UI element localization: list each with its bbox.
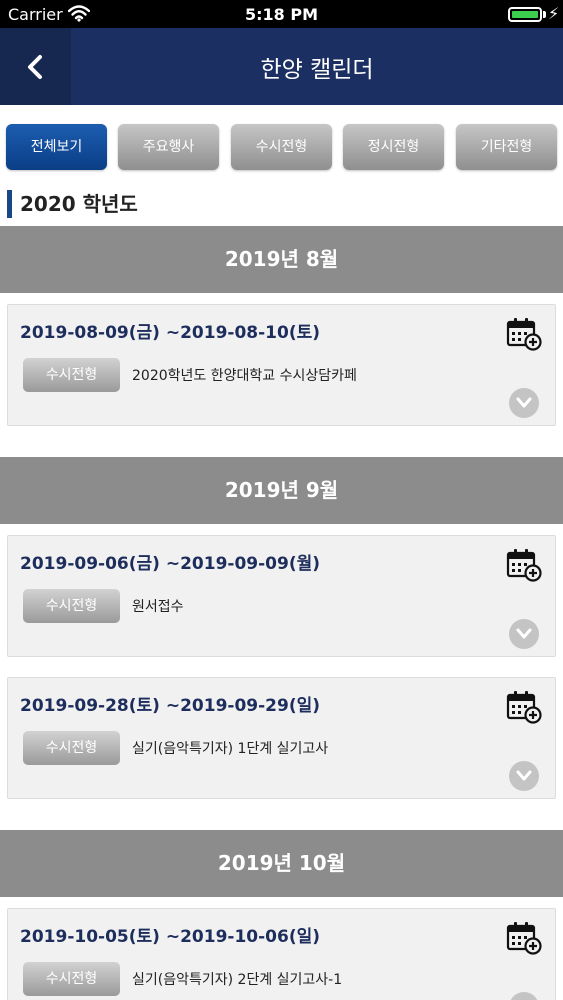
month-header: 2019년 8월 <box>0 226 563 293</box>
month-header: 2019년 10월 <box>0 830 563 897</box>
nav-bar: 한양 캘린더 <box>0 28 563 105</box>
event-card[interactable]: 2019-09-06(금) ~2019-09-09(월) 수시전형 원서접수 <box>7 535 556 657</box>
event-title: 실기(음악특기자) 2단계 실기고사-1 <box>132 972 343 988</box>
status-bar: Carrier 5:18 PM ⚡ <box>0 0 563 28</box>
chevron-down-icon <box>516 397 532 408</box>
calendar-add-icon[interactable] <box>506 317 542 351</box>
month-header: 2019년 9월 <box>0 457 563 524</box>
expand-button[interactable] <box>509 619 539 649</box>
event-title: 2020학년도 한양대학교 수시상담카페 <box>132 368 357 384</box>
category-badge[interactable]: 수시전형 <box>23 358 120 392</box>
event-date: 2019-08-09(금) ~2019-08-10(토) <box>20 323 321 343</box>
charging-bolt-icon: ⚡ <box>548 4 560 23</box>
back-button[interactable] <box>0 28 71 105</box>
battery-tip <box>543 11 546 18</box>
back-chevron-icon <box>28 55 42 79</box>
category-badge[interactable]: 수시전형 <box>23 589 120 623</box>
event-card[interactable]: 2019-09-28(토) ~2019-09-29(일) 수시전형 실기(음악특… <box>7 677 556 799</box>
status-time: 5:18 PM <box>244 5 318 24</box>
year-header-label: 2020 학년도 <box>20 192 138 216</box>
event-title: 원서접수 <box>132 599 184 615</box>
chevron-down-icon <box>516 628 532 639</box>
calendar-add-icon[interactable] <box>506 921 542 955</box>
chevron-down-icon <box>516 770 532 781</box>
page-title: 한양 캘린더 <box>260 57 374 83</box>
event-date: 2019-09-28(토) ~2019-09-29(일) <box>20 696 321 716</box>
filter-tabs: 전체보기 주요행사 수시전형 정시전형 기타전형 <box>0 105 563 187</box>
event-card[interactable]: 2019-08-09(금) ~2019-08-10(토) 수시전형 2020학년… <box>7 304 556 426</box>
event-title: 실기(음악특기자) 1단계 실기고사 <box>132 741 329 757</box>
tab-all[interactable]: 전체보기 <box>6 124 107 170</box>
expand-button[interactable] <box>509 992 539 1000</box>
calendar-add-icon[interactable] <box>506 548 542 582</box>
battery-icon <box>508 7 542 22</box>
category-badge[interactable]: 수시전형 <box>23 731 120 765</box>
event-card[interactable]: 2019-10-05(토) ~2019-10-06(일) 수시전형 실기(음악특… <box>7 908 556 1000</box>
tab-early-admission[interactable]: 수시전형 <box>231 124 332 170</box>
tab-other-admission[interactable]: 기타전형 <box>456 124 557 170</box>
category-badge[interactable]: 수시전형 <box>23 962 120 996</box>
event-date: 2019-09-06(금) ~2019-09-09(월) <box>20 554 321 574</box>
year-header-accent <box>7 190 12 218</box>
tab-regular-admission[interactable]: 정시전형 <box>343 124 444 170</box>
calendar-add-icon[interactable] <box>506 690 542 724</box>
tab-major-events[interactable]: 주요행사 <box>118 124 219 170</box>
event-date: 2019-10-05(토) ~2019-10-06(일) <box>20 927 321 947</box>
expand-button[interactable] <box>509 388 539 418</box>
expand-button[interactable] <box>509 761 539 791</box>
